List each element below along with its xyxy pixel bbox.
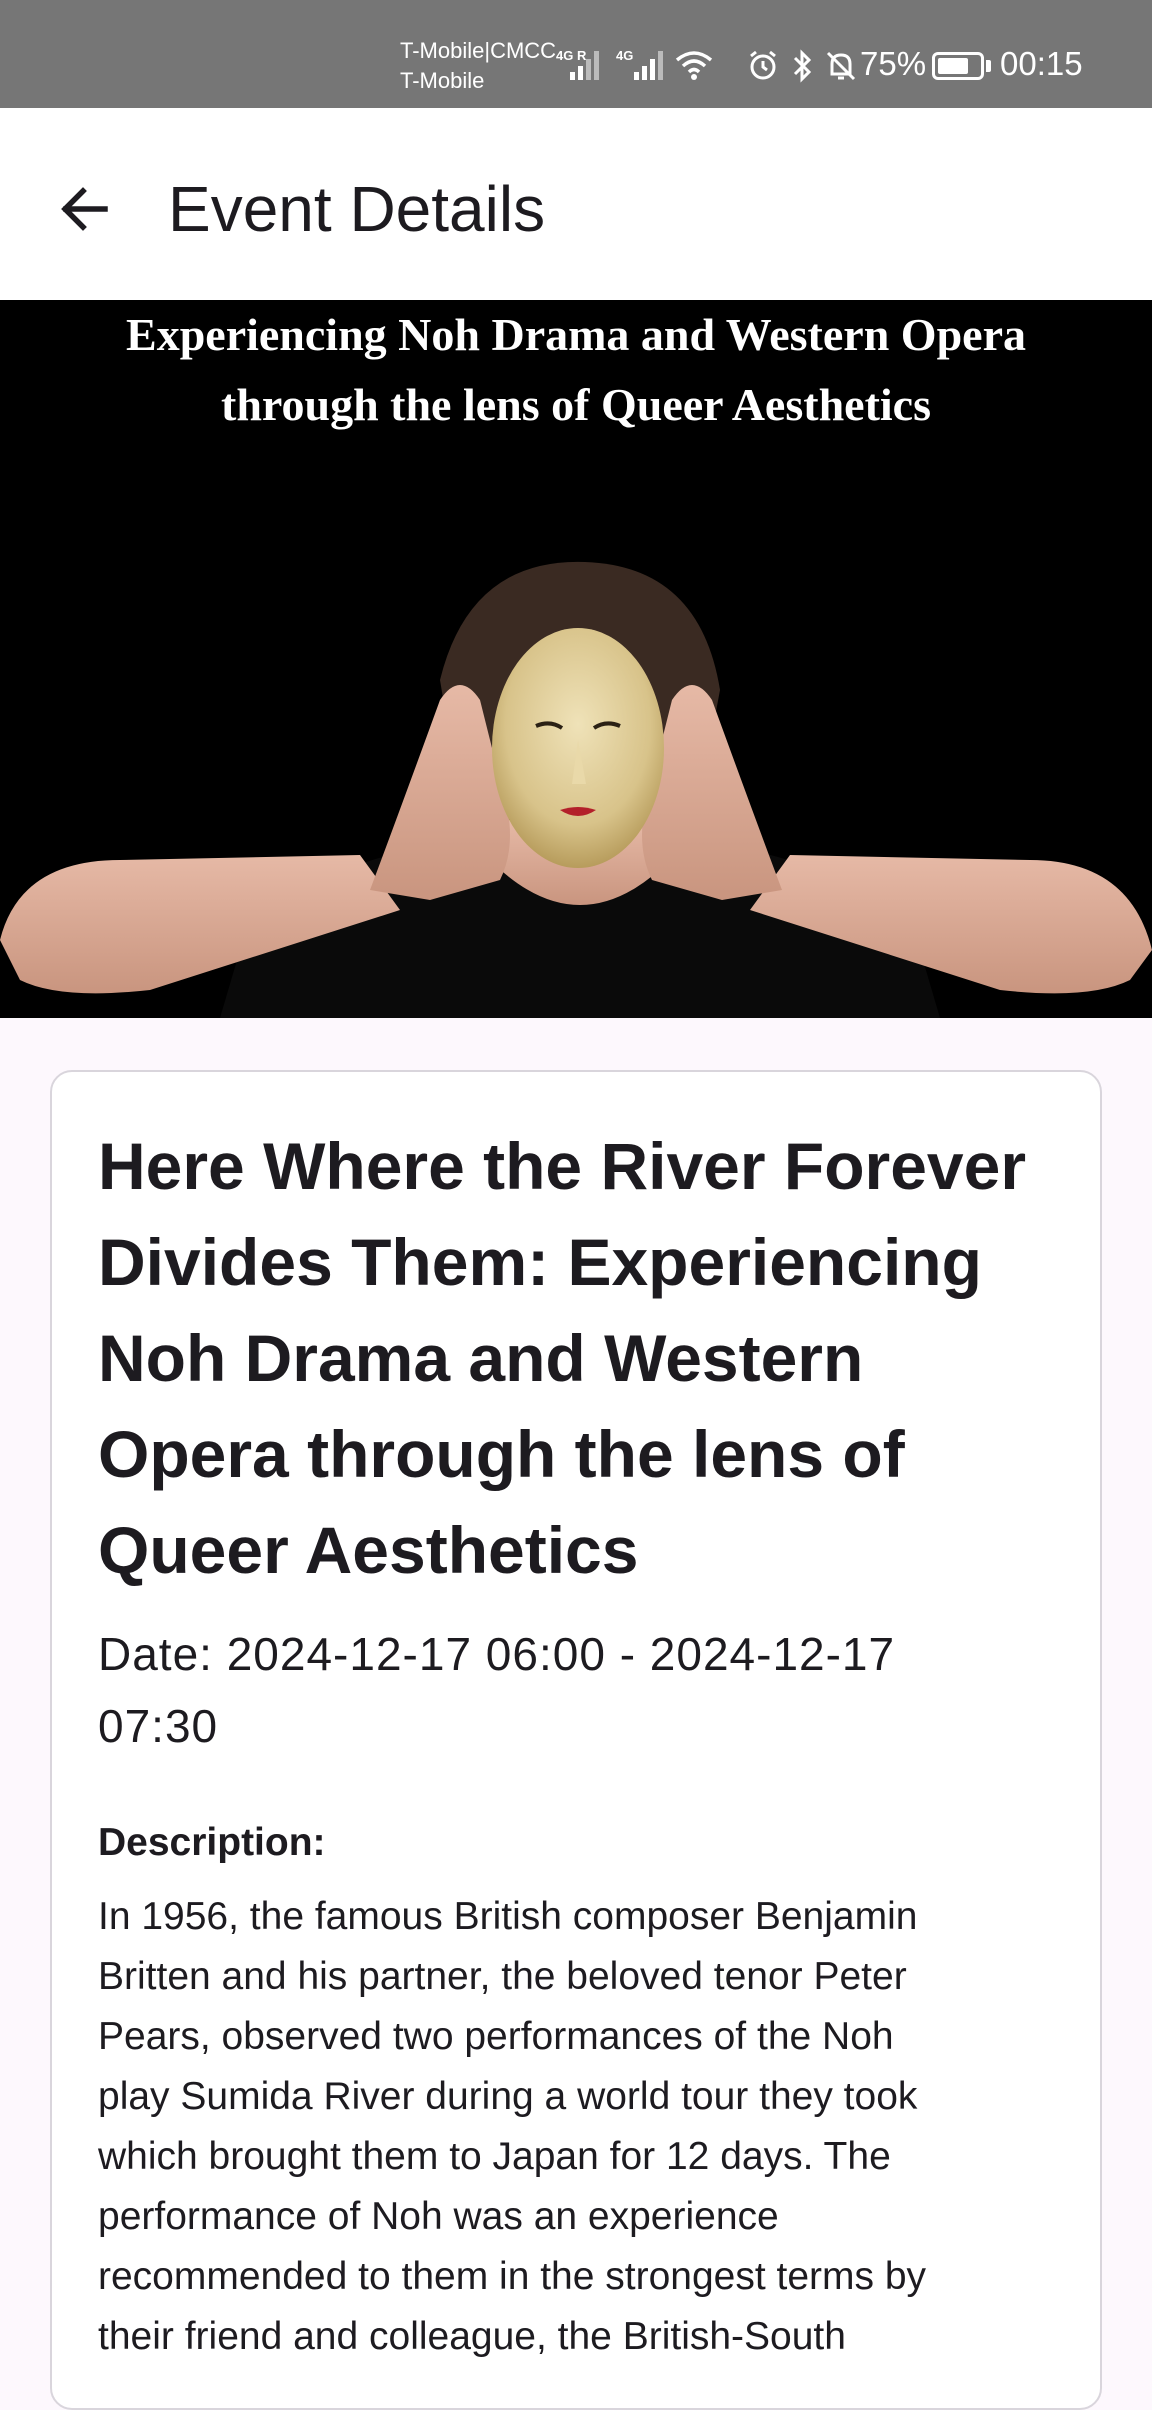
description-line: their friend and colleague, the British-… bbox=[98, 2315, 846, 2358]
description-line: play Sumida River during a world tour th… bbox=[98, 2075, 918, 2118]
clock: 00:15 bbox=[1000, 45, 1083, 82]
description-text: In 1956, the famous British composer Ben… bbox=[98, 1887, 1098, 2367]
carrier-line-2: T-Mobile bbox=[400, 68, 485, 93]
banner-title-line-1: Experiencing Noh Drama and Western Opera bbox=[126, 309, 1026, 360]
event-title-line: Opera through the lens of bbox=[98, 1417, 905, 1491]
event-details-card: Here Where the River Forever Divides The… bbox=[50, 1070, 1102, 2410]
description-label: Description: bbox=[98, 1821, 326, 1864]
page-title: Event Details bbox=[168, 173, 546, 245]
event-banner-image: Experiencing Noh Drama and Western Opera… bbox=[0, 300, 1152, 1018]
wifi-icon bbox=[675, 51, 713, 80]
event-title: Here Where the River Forever Divides The… bbox=[98, 1118, 1088, 1598]
battery-tip bbox=[986, 60, 991, 72]
sim2-network-label: 4G bbox=[616, 48, 634, 63]
description-line: Britten and his partner, the beloved ten… bbox=[98, 1955, 907, 1998]
description-line: Pears, observed two performances of the … bbox=[98, 2015, 894, 2058]
description-line: In 1956, the famous British composer Ben… bbox=[98, 1895, 918, 1938]
description-line: performance of Noh was an experience bbox=[98, 2195, 779, 2238]
bluetooth-icon bbox=[793, 49, 812, 83]
app-bar: Event Details bbox=[0, 108, 1152, 300]
description-line: which brought them to Japan for 12 days.… bbox=[98, 2135, 891, 2178]
carrier-line-1: T-Mobile|CMCC bbox=[400, 38, 557, 63]
battery-level-fill bbox=[938, 58, 968, 74]
event-title-line: Here Where the River Forever bbox=[98, 1129, 1027, 1203]
event-date: Date: 2024-12-17 06:00 - 2024-12-17 07:3… bbox=[98, 1618, 1088, 1762]
battery-icon bbox=[932, 52, 984, 80]
battery-percent: 75% bbox=[860, 45, 927, 82]
banner-title-line-2: through the lens of Queer Aesthetics bbox=[221, 379, 931, 430]
event-title-line: Queer Aesthetics bbox=[98, 1513, 639, 1587]
signal-strength-icon bbox=[634, 51, 663, 80]
carrier-info: T-Mobile|CMCC T-Mobile bbox=[400, 36, 556, 96]
event-date-line: 07:30 bbox=[98, 1700, 219, 1752]
signal-strength-icon bbox=[570, 51, 599, 80]
status-icons bbox=[746, 46, 858, 86]
event-date-line: Date: 2024-12-17 06:00 - 2024-12-17 bbox=[98, 1628, 896, 1680]
arrow-left-icon bbox=[61, 187, 108, 231]
alarm-icon bbox=[750, 50, 776, 80]
description-line: recommended to them in the strongest ter… bbox=[98, 2255, 927, 2298]
event-title-line: Noh Drama and Western bbox=[98, 1321, 864, 1395]
banner-title: Experiencing Noh Drama and Western Opera… bbox=[0, 300, 1152, 440]
status-bar: T-Mobile|CMCC T-Mobile 4G R 4G 75% 00:15 bbox=[0, 0, 1152, 108]
event-title-line: Divides Them: Experiencing bbox=[98, 1225, 982, 1299]
back-button[interactable] bbox=[40, 164, 130, 254]
mute-bell-icon bbox=[826, 51, 856, 81]
